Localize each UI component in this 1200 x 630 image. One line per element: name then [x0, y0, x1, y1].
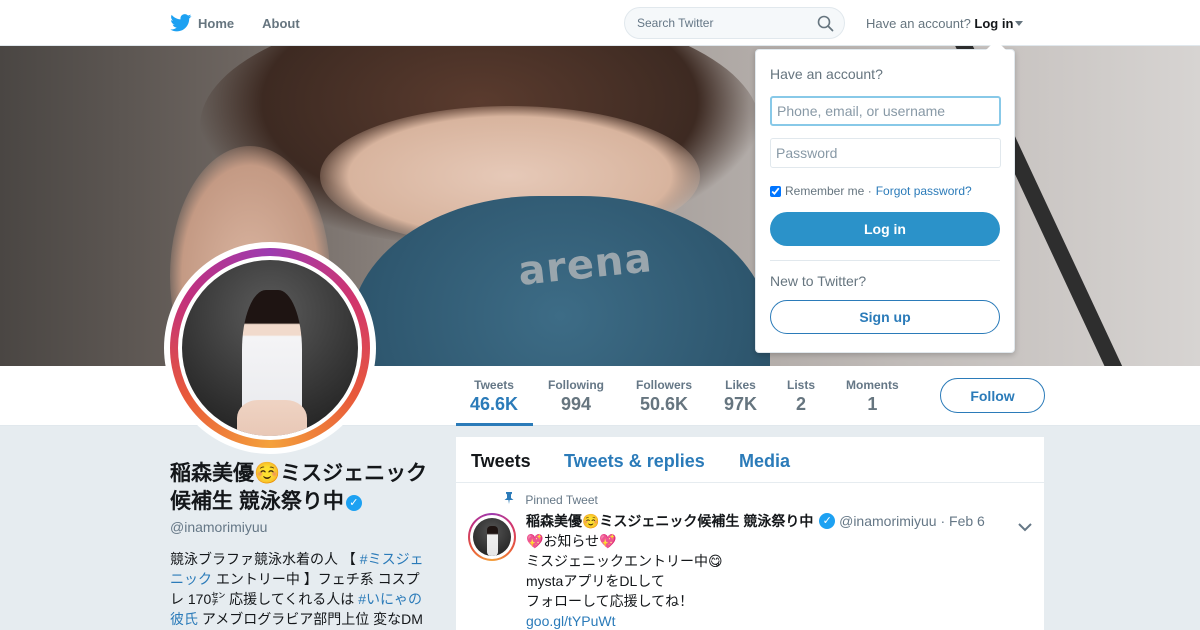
- login-menu-label[interactable]: Log in: [974, 16, 1013, 31]
- stat-value: 2: [796, 394, 807, 414]
- stat-followers[interactable]: Followers 50.6K: [636, 378, 692, 415]
- avatar-ring: [170, 248, 370, 448]
- timeline-tabs: Tweets Tweets & replies Media: [456, 437, 1044, 483]
- tweet-avatar[interactable]: [468, 513, 516, 561]
- remember-me-checkbox[interactable]: [770, 185, 781, 197]
- stat-likes[interactable]: Likes 97K: [724, 378, 757, 415]
- account-prompt: Have an account?: [866, 16, 971, 31]
- username-field[interactable]: [770, 96, 1001, 126]
- tweet-author-name[interactable]: 稲森美優☺️ミスジェニック候補生 競泳祭り中: [526, 513, 813, 529]
- timeline: Tweets Tweets & replies Media Pinned Twe…: [456, 437, 1044, 630]
- stat-label: Followers: [636, 378, 693, 392]
- account-menu[interactable]: Have an account? Log in: [866, 16, 1024, 31]
- new-to-twitter-label: New to Twitter?: [770, 273, 867, 289]
- tweet-line: フォローして応援してね！: [526, 593, 694, 609]
- tab-tweets[interactable]: Tweets: [471, 451, 531, 472]
- stat-moments[interactable]: Moments 1: [846, 378, 899, 415]
- stat-label: Tweets: [474, 378, 514, 392]
- caret-down-icon[interactable]: [1015, 21, 1024, 26]
- tweet-line: mystaアプリをDLして: [526, 573, 665, 589]
- stat-label: Following: [548, 378, 604, 392]
- pin-icon: [504, 492, 514, 507]
- login-dropdown: Have an account? Remember me · Forgot pa…: [755, 40, 1015, 353]
- tweet-avatar-inner: [470, 515, 514, 559]
- remember-me-row: Remember me · Forgot password?: [770, 184, 972, 198]
- profile-bio: 競泳ブラファ競泳水着の人 【 #ミスジェニック エントリー中 】フェチ系 コスプ…: [170, 549, 432, 629]
- password-field[interactable]: [770, 138, 1001, 168]
- stat-following[interactable]: Following 994: [548, 378, 604, 415]
- stat-value: 50.6K: [639, 394, 689, 414]
- search-icon[interactable]: [817, 15, 834, 32]
- search-box[interactable]: [624, 7, 845, 39]
- stat-value: 1: [867, 394, 878, 414]
- tweet-avatar-photo: [473, 518, 511, 556]
- search-input[interactable]: [637, 16, 807, 30]
- tweet-header: 稲森美優☺️ミスジェニック候補生 競泳祭り中 ✓ @inamorimiyuu ·…: [526, 511, 985, 531]
- stat-label: Likes: [725, 378, 756, 392]
- dropdown-divider: [770, 260, 1000, 261]
- nav-home-link[interactable]: Home: [170, 14, 234, 32]
- stat-lists[interactable]: Lists 2: [787, 378, 815, 415]
- login-dropdown-title: Have an account?: [770, 66, 883, 82]
- pinned-label: Pinned Tweet: [525, 493, 598, 507]
- verified-badge-icon: ✓: [819, 513, 836, 529]
- stat-value: 97K: [724, 394, 758, 414]
- tweet-line: ミスジェニックエントリー中😋: [526, 553, 723, 569]
- active-stat-underline: [456, 423, 533, 426]
- avatar-photo: [182, 260, 358, 436]
- tweet-avatar-figure: [487, 526, 498, 556]
- stat-value: 994: [560, 394, 592, 414]
- profile-handle[interactable]: @inamorimiyuu: [170, 519, 267, 535]
- profile-avatar[interactable]: [164, 242, 376, 454]
- chevron-down-icon[interactable]: [1018, 519, 1032, 537]
- nav-home-label: Home: [198, 15, 235, 31]
- avatar-inner: [178, 256, 362, 440]
- follow-button[interactable]: Follow: [940, 378, 1045, 413]
- stat-value: 46.6K: [470, 394, 519, 414]
- tweet-body: 💖お知らせ💖 ミスジェニックエントリー中😋 mystaアプリをDLして フォロー…: [526, 531, 996, 630]
- tab-tweets-replies[interactable]: Tweets & replies: [564, 451, 705, 472]
- tweet-link[interactable]: goo.gl/tYPuWt: [526, 611, 996, 630]
- twitter-bird-icon: [170, 14, 192, 32]
- tab-media[interactable]: Media: [739, 451, 790, 472]
- stat-label: Moments: [846, 378, 899, 392]
- bio-text: 競泳ブラファ競泳水着の人 【: [170, 551, 360, 567]
- stat-tweets[interactable]: Tweets 46.6K: [470, 378, 518, 415]
- tweet-line: 💖お知らせ💖: [526, 533, 617, 549]
- forgot-password-link[interactable]: Forgot password?: [876, 184, 972, 198]
- profile-name[interactable]: 稲森美優☺️ミスジェニック候補生 競泳祭り中 ✓: [170, 460, 430, 516]
- signup-button[interactable]: Sign up: [770, 300, 1000, 334]
- login-button[interactable]: Log in: [770, 212, 1000, 246]
- remember-me-label[interactable]: Remember me ·: [785, 184, 872, 198]
- avatar-legs: [237, 400, 307, 436]
- tweet-author-handle[interactable]: @inamorimiyuu: [839, 513, 936, 529]
- nav-left: Home About: [170, 0, 300, 46]
- pinned-label-row: Pinned Tweet: [504, 492, 598, 507]
- nav-about-link[interactable]: About: [262, 16, 300, 31]
- top-nav: Home About Have an account? Log in: [0, 0, 1200, 46]
- bio-text: アメブログラビア部門上位 変なDM: [198, 611, 423, 627]
- tweet-date[interactable]: · Feb 6: [940, 513, 984, 529]
- profile-name-text[interactable]: 稲森美優☺️ミスジェニック候補生 競泳祭り中: [170, 462, 427, 513]
- verified-badge-icon: ✓: [345, 495, 362, 511]
- stat-label: Lists: [787, 378, 816, 392]
